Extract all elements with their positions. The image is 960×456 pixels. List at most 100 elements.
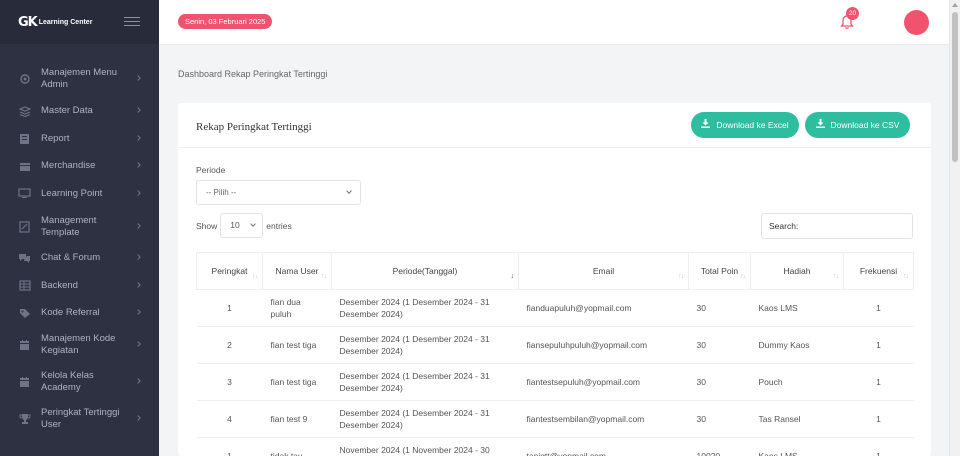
sort-icon: ↑↓ <box>321 273 327 280</box>
calendar-icon <box>18 340 31 351</box>
download-icon <box>701 112 711 138</box>
download-csv-label: Download ke CSV <box>830 120 900 130</box>
sidebar-item-manajemen-kode-kegiatan[interactable]: Manajemen Kode Kegiatan <box>0 326 159 364</box>
sidebar-item-report[interactable]: Report <box>0 124 159 153</box>
date-badge: Senin, 03 Februari 2025 <box>178 14 273 29</box>
chevron-right-icon <box>135 415 141 421</box>
card-title: Rekap Peringkat Tertinggi <box>196 121 312 133</box>
ranking-table: Peringkat ↑↓ Nama User ↑↓ Periode(Tanggal)… <box>196 252 914 456</box>
entries-select-value: 10 <box>230 220 240 230</box>
scrollbar-thumb[interactable] <box>952 12 958 162</box>
download-excel-label: Download ke Excel <box>716 120 789 130</box>
column-header-total-poin[interactable]: Total Poin ↑↓ <box>688 252 751 290</box>
chevron-right-icon <box>135 222 141 229</box>
column-header-email[interactable]: Email ↑↓ <box>518 252 689 290</box>
chevron-right-icon <box>135 162 141 168</box>
chevron-right-icon <box>135 107 141 113</box>
database-icon <box>18 105 31 117</box>
chat-icon <box>18 253 31 264</box>
trophy-icon <box>18 414 31 425</box>
table-row: 1 tidak tau November 2024 (1 November 20… <box>196 437 914 456</box>
page-scrollbar[interactable] <box>949 0 960 456</box>
sidebar-item-management-template[interactable]: Management Template <box>0 208 159 245</box>
column-header-peringkat[interactable]: Peringkat ↑↓ <box>196 252 263 290</box>
chevron-right-icon <box>135 75 141 81</box>
logo-text: Learning Center <box>38 18 93 26</box>
periode-select[interactable]: -- Pilih -- <box>196 180 361 205</box>
sidebar-item-merchandise[interactable]: Merchandise <box>0 153 159 179</box>
breadcrumb: Dashboard Rekap Peringkat Tertinggi <box>178 69 328 79</box>
sidebar-item-learning-point[interactable]: Learning Point <box>0 179 159 208</box>
sidebar-item-backend[interactable]: Backend <box>0 271 159 300</box>
sidebar-item-kelola-kelas-academy[interactable]: Kelola Kelas Academy <box>0 364 159 400</box>
logo-mark: GK <box>18 14 38 30</box>
periode-label: Periode <box>196 165 226 175</box>
hamburger-icon[interactable] <box>124 17 140 27</box>
sidebar-item-label: Manajemen Menu Admin <box>41 67 118 90</box>
sidebar-item-label: Management Template <box>41 214 97 238</box>
sidebar-item-peringkat-tertinggi-user[interactable]: Peringkat Tertinggi User <box>0 400 159 438</box>
download-excel-button[interactable]: Download ke Excel <box>691 112 799 138</box>
column-header-nama-user[interactable]: Nama User ↑↓ <box>262 252 332 290</box>
sidebar-item-label: Master Data <box>41 105 93 116</box>
sidebar-item-chat-forum[interactable]: Chat & Forum <box>0 245 159 271</box>
sidebar-item-label: Peringkat Tertinggi User <box>41 407 120 430</box>
sidebar-item-label: Kelola Kelas Academy <box>41 370 94 393</box>
show-label: Show <box>196 220 218 231</box>
sidebar-item-master-data[interactable]: Master Data <box>0 98 159 124</box>
chevron-down-icon <box>346 188 352 194</box>
chevron-right-icon <box>135 281 141 288</box>
sidebar-item-manajemen-menu-admin[interactable]: Manajemen Menu Admin <box>0 60 159 98</box>
entries-select[interactable]: 10 <box>220 213 264 238</box>
sidebar-menu: Manajemen Menu Admin Master Data Report … <box>0 60 159 438</box>
table-row: 4 fian test 9 Desember 2024 (1 Desember … <box>196 400 914 438</box>
sort-desc-icon: ↓ <box>510 273 514 280</box>
entries-label: entries <box>266 220 292 231</box>
download-csv-button[interactable]: Download ke CSV <box>805 112 910 138</box>
table-row: 2 fian test tiga Desember 2024 (1 Desemb… <box>196 326 914 364</box>
sidebar: GK Learning Center Manajemen Menu Admin … <box>0 0 159 456</box>
chevron-right-icon <box>135 378 141 384</box>
column-header-periode[interactable]: Periode(Tanggal) ↓ <box>331 252 519 290</box>
search-label: Search: <box>769 221 799 231</box>
notification-count-badge: 20 <box>846 7 859 20</box>
table-row: 3 fian test tiga Desember 2024 (1 Desemb… <box>196 363 914 401</box>
avatar[interactable] <box>904 10 929 35</box>
chevron-down-icon <box>250 221 257 227</box>
scroll-up-arrow-icon[interactable] <box>952 3 958 7</box>
monitor-icon <box>18 188 31 199</box>
column-header-hadiah[interactable]: Hadiah ↑↓ <box>750 252 844 290</box>
sort-icon: ↑↓ <box>903 273 909 280</box>
search-input[interactable]: Search: <box>761 213 913 239</box>
sidebar-item-kode-referral[interactable]: Kode Referral <box>0 300 159 326</box>
sidebar-item-label: Kode Referral <box>41 307 100 318</box>
settings-icon <box>18 74 31 85</box>
chevron-right-icon <box>135 341 141 347</box>
periode-select-value: -- Pilih -- <box>206 188 237 197</box>
sidebar-item-label: Merchandise <box>41 160 96 171</box>
sidebar-item-label: Backend <box>41 279 78 291</box>
merchandise-icon <box>18 161 31 172</box>
topbar: Senin, 03 Februari 2025 20 <box>159 0 949 44</box>
download-icon <box>815 112 825 138</box>
chevron-right-icon <box>135 189 141 196</box>
sidebar-item-label: Learning Point <box>41 187 103 199</box>
template-icon <box>18 220 31 233</box>
sidebar-item-label: Report <box>41 132 70 144</box>
table-header-row: Peringkat ↑↓ Nama User ↑↓ Periode(Tanggal)… <box>196 252 914 290</box>
sidebar-item-label: Chat & Forum <box>41 252 101 263</box>
table-row: 1 fian dua puluh Desember 2024 (1 Desemb… <box>196 289 914 327</box>
chevron-right-icon <box>135 309 141 315</box>
sort-icon: ↑↓ <box>678 273 684 280</box>
table-icon <box>18 280 31 291</box>
chevron-right-icon <box>135 134 141 141</box>
sort-icon: ↑↓ <box>252 273 258 280</box>
report-icon <box>18 133 31 144</box>
column-header-frekuensi[interactable]: Frekuensi ↑↓ <box>843 252 914 290</box>
calendar-icon <box>18 377 31 388</box>
sidebar-item-label: Manajemen Kode Kegiatan <box>41 333 116 356</box>
report-card: Rekap Peringkat Tertinggi Download ke Ex… <box>178 103 931 456</box>
card-divider <box>178 147 931 148</box>
sort-icon: ↑↓ <box>740 273 746 280</box>
chevron-right-icon <box>135 254 141 260</box>
